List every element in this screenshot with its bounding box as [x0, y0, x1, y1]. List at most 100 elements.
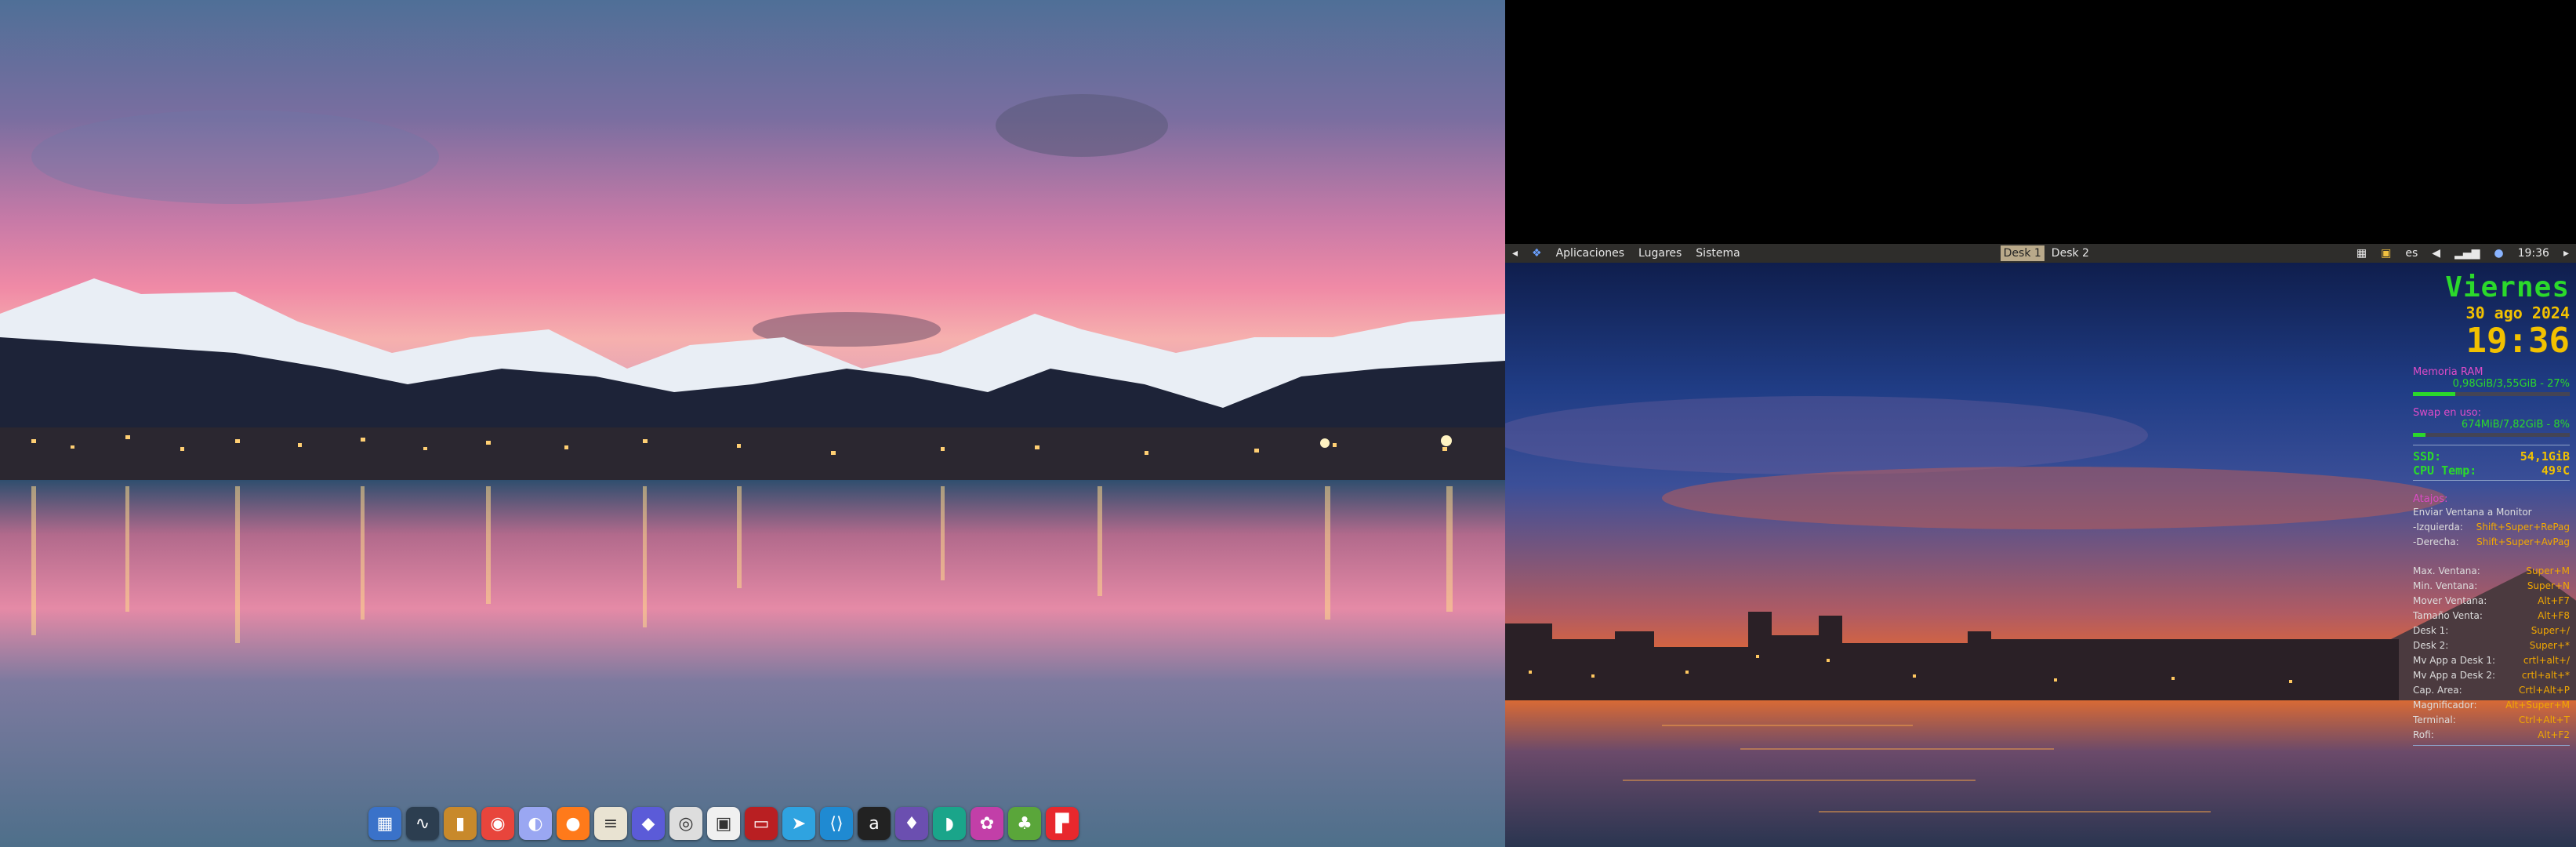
send-window-label: Enviar Ventana a Monitor: [2413, 507, 2532, 518]
ram-bar: [2413, 392, 2570, 396]
workspace-desk-1[interactable]: Desk 1: [2000, 245, 2044, 261]
menu-lugares[interactable]: Lugares: [1631, 247, 1689, 260]
shortcut-row: Mv App a Desk 2: crtl+alt+*: [2413, 668, 2570, 683]
shortcut-key-label: Min. Ventana:: [2413, 580, 2478, 591]
shortcut-combo: Alt+Super+M: [2505, 700, 2570, 711]
shortcut-row: Desk 1: Super+/: [2413, 623, 2570, 638]
conky-widget: Viernes 30 ago 2024 19:36 Memoria RAM 0,…: [2413, 271, 2570, 750]
vscode-icon[interactable]: ⟨⟩: [820, 807, 853, 840]
browser-icon[interactable]: ◐: [519, 807, 552, 840]
menu-aplicaciones[interactable]: Aplicaciones: [1549, 247, 1631, 260]
ram-label: Memoria RAM: [2413, 366, 2570, 378]
crystal-app-icon[interactable]: ♦: [895, 807, 928, 840]
shortcut-row: Min. Ventana: Super+N: [2413, 579, 2570, 594]
chrome-icon[interactable]: ◉: [481, 807, 514, 840]
shortcut-row: Mover Ventana: Alt+F7: [2413, 594, 2570, 609]
left-monitor-wallpaper: ▦ ∿ ▮ ◉ ◐ ● ≡ ◆ ◎ ▣ ▭ ➤ ⟨⟩ a ♦ ◗ ✿ ♣ ▛: [0, 0, 1505, 847]
network-icon[interactable]: ▦: [2349, 247, 2374, 260]
webcam-icon[interactable]: ◎: [669, 807, 702, 840]
workspace-desk-2[interactable]: Desk 2: [2044, 247, 2096, 260]
shortcut-combo: Alt+F8: [2538, 610, 2570, 621]
volume-icon[interactable]: ◀: [2425, 247, 2447, 260]
right-monitor: ◂ ❖ Aplicaciones Lugares Sistema Desk 1 …: [1505, 0, 2576, 847]
shortcut-combo: Super+*: [2529, 640, 2570, 651]
shortcut-combo: Ctrl+Alt+T: [2518, 714, 2570, 725]
terminal-app-icon[interactable]: ▭: [745, 807, 778, 840]
shortcut-key-label: Desk 1:: [2413, 625, 2449, 636]
panel-clock[interactable]: 19:36: [2511, 247, 2556, 260]
shortcut-list: -Izquierda: Shift+Super+RePag -Derecha: Shi…: [2413, 520, 2570, 746]
swap-bar: [2413, 433, 2570, 437]
shortcut-key-label: Magnificador:: [2413, 700, 2477, 711]
shortcut-combo: Super+/: [2531, 625, 2570, 636]
shortcut-key-label: Desk 2:: [2413, 640, 2449, 651]
amazon-icon[interactable]: a: [858, 807, 891, 840]
shortcut-row: Magnificador: Alt+Super+M: [2413, 698, 2570, 713]
shortcut-row: Max. Ventana: Super+M: [2413, 564, 2570, 579]
divider: [2413, 745, 2570, 746]
shortcut-row: -Derecha: Shift+Super+AvPag: [2413, 535, 2570, 550]
shortcut-combo: Alt+F2: [2538, 729, 2570, 740]
diamond-app-icon[interactable]: ◆: [632, 807, 665, 840]
panel-left-arrow-icon[interactable]: ◂: [1505, 247, 1525, 260]
archive-icon[interactable]: ▮: [444, 807, 477, 840]
ssd-row: SSD: 54,1GiB: [2413, 449, 2570, 463]
shortcut-key-label: Cap. Area:: [2413, 685, 2462, 696]
cpu-row: CPU Temp: 49ºC: [2413, 463, 2570, 478]
shortcut-row: -Izquierda: Shift+Super+RePag: [2413, 520, 2570, 535]
shortcut-combo: Crtl+Alt+P: [2519, 685, 2570, 696]
green-app-icon[interactable]: ♣: [1008, 807, 1041, 840]
user-icon[interactable]: ●: [2487, 247, 2510, 260]
conky-date: 30 ago 2024: [2465, 304, 2570, 322]
package-icon[interactable]: ▣: [707, 807, 740, 840]
system-monitor-icon[interactable]: ▦: [368, 807, 401, 840]
divider: [2413, 480, 2570, 481]
shortcut-combo: crtl+alt+*: [2521, 670, 2570, 681]
shortcut-key-label: Mover Ventana:: [2413, 595, 2487, 606]
conky-day: Viernes: [2445, 271, 2570, 304]
cpu-label: CPU Temp:: [2413, 463, 2477, 478]
text-editor-icon[interactable]: ≡: [594, 807, 627, 840]
shortcut-combo: Alt+F7: [2538, 595, 2570, 606]
tray-app-icon[interactable]: ▣: [2374, 247, 2398, 260]
shortcut-combo: Shift+Super+AvPag: [2476, 536, 2570, 547]
signal-icon[interactable]: ▂▄▆: [2447, 247, 2487, 260]
cpu-value: 49ºC: [2541, 463, 2570, 478]
shortcut-key-label: Tamaño Venta:: [2413, 610, 2483, 621]
shortcut-key-label: Mv App a Desk 2:: [2413, 670, 2496, 681]
shortcut-key-label: Mv App a Desk 1:: [2413, 655, 2496, 666]
panel-right-arrow-icon[interactable]: ▸: [2556, 247, 2576, 260]
shortcut-key-label: -Izquierda:: [2413, 522, 2463, 533]
shortcut-combo: Super+M: [2526, 565, 2570, 576]
teal-app-icon[interactable]: ◗: [933, 807, 966, 840]
flipboard-icon[interactable]: ▛: [1046, 807, 1079, 840]
shortcut-row: Mv App a Desk 1: crtl+alt+/: [2413, 653, 2570, 668]
conky-time: 19:36: [2465, 321, 2570, 361]
activity-monitor-icon[interactable]: ∿: [406, 807, 439, 840]
shortcut-key-label: Max. Ventana:: [2413, 565, 2480, 576]
ram-bar-fill: [2413, 392, 2455, 396]
swap-value: 674MiB/7,82GiB - 8%: [2461, 419, 2570, 431]
shortcut-key-label: Terminal:: [2413, 714, 2456, 725]
swap-label: Swap en uso:: [2413, 407, 2570, 419]
flower-app-icon[interactable]: ✿: [971, 807, 1003, 840]
shortcut-row: Cap. Area: Crtl+Alt+P: [2413, 683, 2570, 698]
shortcut-row: Tamaño Venta: Alt+F8: [2413, 609, 2570, 623]
shortcut-combo: crtl+alt+/: [2523, 655, 2570, 666]
firefox-icon[interactable]: ●: [557, 807, 590, 840]
ssd-value: 54,1GiB: [2520, 449, 2570, 463]
distro-logo-icon[interactable]: ❖: [1525, 247, 1549, 260]
shortcut-key-label: Rofi:: [2413, 729, 2434, 740]
shortcut-row: Desk 2: Super+*: [2413, 638, 2570, 653]
telegram-icon[interactable]: ➤: [782, 807, 815, 840]
send-window-row: Enviar Ventana a Monitor: [2413, 505, 2570, 520]
shortcut-key-label: -Derecha:: [2413, 536, 2459, 547]
shortcuts-title: Atajos:: [2413, 493, 2570, 505]
swap-bar-fill: [2413, 433, 2425, 437]
menu-sistema[interactable]: Sistema: [1689, 247, 1747, 260]
top-panel: ◂ ❖ Aplicaciones Lugares Sistema Desk 1 …: [1505, 244, 2576, 263]
ram-value: 0,98GiB/3,55GiB - 27%: [2452, 378, 2570, 390]
keyboard-layout[interactable]: es: [2398, 247, 2425, 260]
shortcut-combo: Super+N: [2527, 580, 2570, 591]
application-dock: ▦ ∿ ▮ ◉ ◐ ● ≡ ◆ ◎ ▣ ▭ ➤ ⟨⟩ a ♦ ◗ ✿ ♣ ▛: [368, 804, 1079, 843]
